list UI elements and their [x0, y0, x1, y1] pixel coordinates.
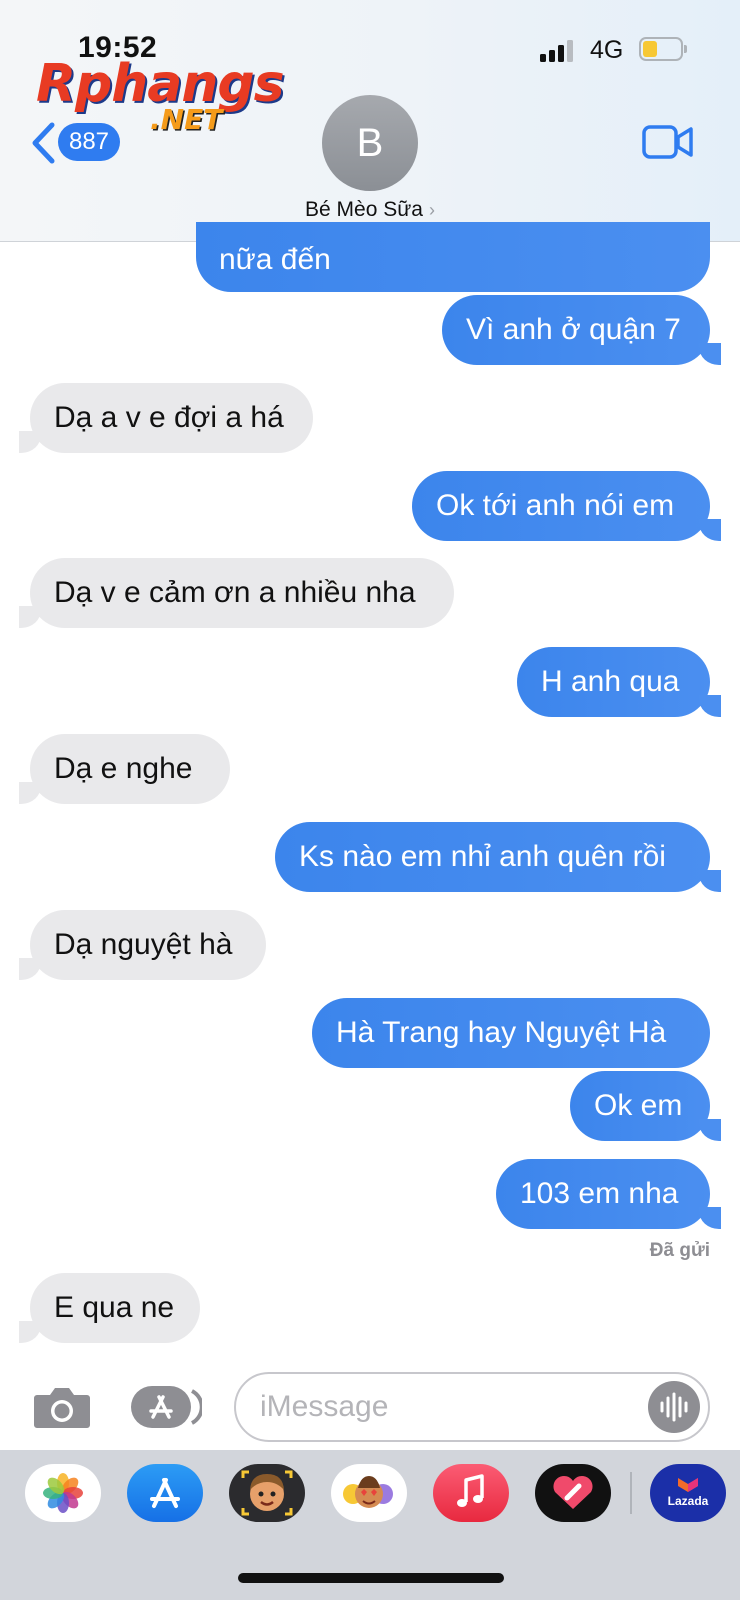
animoji-stickers-icon	[343, 1476, 393, 1508]
message-bubble-incoming[interactable]: Dạ nguyệt hà	[19, 910, 266, 980]
contact-avatar[interactable]: B	[322, 95, 418, 191]
delivered-status: Đã gửi	[649, 1240, 710, 1261]
network-type: 4G	[590, 36, 624, 64]
drawer-divider	[630, 1472, 632, 1514]
photos-icon	[43, 1473, 83, 1513]
message-bubble-outgoing[interactable]: Hà Trang hay Nguyệt Hà	[312, 998, 710, 1068]
photos-app-button[interactable]	[25, 1464, 101, 1522]
app-store-icon	[150, 1478, 180, 1508]
contact-name-row[interactable]: Bé Mèo Sữa ›	[0, 198, 740, 222]
memoji-app-button[interactable]	[229, 1464, 305, 1522]
message-bubble-outgoing[interactable]: Ok em	[570, 1071, 721, 1141]
unread-count-badge: 887	[58, 123, 120, 161]
message-input[interactable]: iMessage	[234, 1372, 710, 1442]
message-input-placeholder: iMessage	[260, 1390, 389, 1423]
video-call-icon[interactable]	[642, 125, 694, 159]
battery-icon	[639, 37, 687, 61]
chevron-left-icon	[32, 122, 55, 164]
message-bubble-incoming[interactable]: Dạ a v e đợi a há	[19, 383, 313, 453]
digital-touch-app-button[interactable]	[535, 1464, 611, 1522]
message-bubble-outgoing[interactable]: Ok tới anh nói em	[412, 471, 721, 541]
contact-name: Bé Mèo Sữa	[305, 198, 423, 221]
waveform-icon	[660, 1392, 688, 1422]
message-bubble-outgoing[interactable]: 103 em nha	[496, 1159, 721, 1229]
app-store-drawer-icon[interactable]	[130, 1385, 202, 1429]
lazada-label: Lazada	[667, 1494, 709, 1508]
message-bubble-incoming[interactable]: Dạ v e cảm ơn a nhiều nha	[19, 558, 454, 628]
memoji-icon	[241, 1470, 293, 1516]
message-bubble-outgoing[interactable]: nữa đến	[196, 222, 710, 292]
music-icon	[457, 1474, 484, 1507]
message-bubble-outgoing[interactable]: Vì anh ở quận 7	[442, 295, 721, 365]
digital-touch-icon	[553, 1475, 593, 1509]
lazada-app-button[interactable]: Lazada	[650, 1464, 726, 1522]
lazada-icon	[678, 1478, 698, 1492]
chevron-right-icon: ›	[428, 200, 435, 220]
message-bubble-incoming[interactable]: E qua ne	[19, 1273, 200, 1343]
app-store-app-button[interactable]	[127, 1464, 203, 1522]
message-bubble-outgoing[interactable]: Ks nào em nhỉ anh quên rồi	[275, 822, 721, 892]
message-bubble-outgoing[interactable]: H anh qua	[517, 647, 721, 717]
music-app-button[interactable]	[433, 1464, 509, 1522]
home-indicator[interactable]	[238, 1573, 504, 1583]
audio-message-button[interactable]	[648, 1381, 700, 1433]
watermark-logo-suffix: .NET	[150, 103, 223, 136]
animoji-stickers-app-button[interactable]	[331, 1464, 407, 1522]
conversation-header: 19:52 4G Rphangs .NET 887 B Bé Mèo Sữa ›	[0, 0, 740, 242]
camera-icon[interactable]	[33, 1385, 91, 1429]
cellular-signal-icon	[540, 40, 580, 62]
back-button[interactable]: 887	[30, 119, 120, 167]
message-bubble-incoming[interactable]: Dạ e nghe	[19, 734, 230, 804]
